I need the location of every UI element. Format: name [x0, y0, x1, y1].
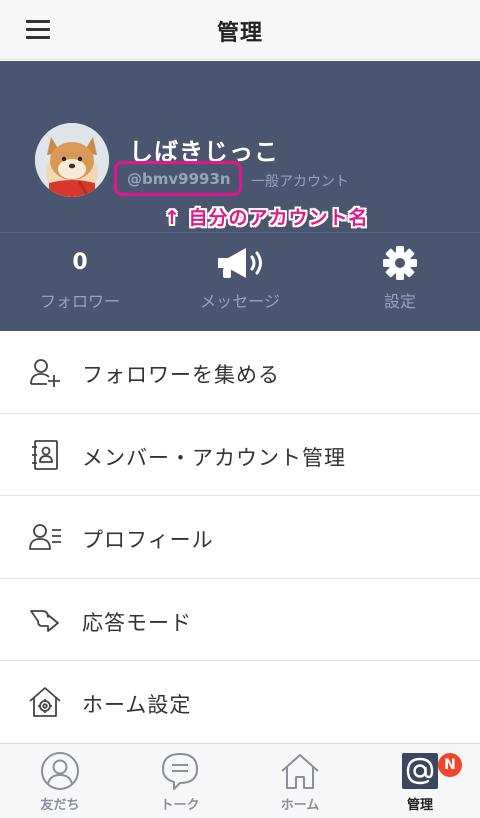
menu-list: フォロワーを集める メンバー・アカウント管理 プロフィール 応答モード ホーム設…: [0, 331, 480, 744]
menu-item-label: ホーム設定: [82, 693, 192, 717]
tab-friends[interactable]: 友だち: [0, 744, 120, 818]
menu-item-response-mode[interactable]: 応答モード: [0, 578, 480, 661]
account-type: 一般アカウント: [251, 174, 349, 190]
followers-count: 0: [72, 250, 88, 275]
at-sign-icon: [400, 751, 440, 791]
menu-item-label: 応答モード: [82, 610, 192, 635]
home-gear-icon: [28, 685, 62, 719]
profile-list-icon: [28, 520, 62, 554]
message-label: メッセージ: [200, 292, 280, 311]
tab-label: ホーム: [280, 798, 320, 813]
divider: [0, 232, 480, 233]
menu-item-profile[interactable]: プロフィール: [0, 496, 480, 579]
followers-stat[interactable]: 0 フォロワー: [0, 246, 160, 312]
menu-item-label: メンバー・アカウント管理: [82, 445, 346, 470]
app-header: 管理: [0, 0, 480, 60]
reply-arrow-icon: [28, 603, 62, 637]
profile-panel: しばきじっこ @bmv9993n 一般アカウント ↑ 自分のアカウント名 0 フ…: [0, 61, 480, 331]
tab-home[interactable]: ホーム: [240, 744, 360, 818]
tab-bar: 友だち トーク ホーム N 管理: [0, 743, 480, 818]
tab-label: 管理: [406, 798, 433, 813]
settings-button[interactable]: 設定: [320, 246, 480, 312]
tab-talk[interactable]: トーク: [120, 744, 240, 818]
followers-label: フォロワー: [39, 292, 120, 311]
menu-item-collect-followers[interactable]: フォロワーを集める: [0, 331, 480, 414]
menu-item-member-management[interactable]: メンバー・アカウント管理: [0, 413, 480, 496]
tab-label: トーク: [160, 798, 200, 813]
megaphone-icon: [160, 246, 320, 280]
page-title: 管理: [216, 21, 263, 46]
gear-icon: [320, 246, 480, 280]
avatar[interactable]: [35, 123, 109, 197]
settings-label: 設定: [383, 292, 416, 311]
menu-item-label: プロフィール: [82, 528, 214, 552]
tab-manage[interactable]: N 管理: [360, 744, 480, 818]
chat-icon: [160, 751, 200, 791]
address-book-icon: [28, 438, 62, 472]
add-user-icon: [28, 355, 62, 389]
tab-label: 友だち: [40, 798, 80, 813]
person-icon: [40, 751, 80, 791]
annotation-label: ↑ 自分のアカウント名: [164, 207, 369, 229]
account-id: @bmv9993n: [127, 170, 231, 188]
home-icon: [280, 751, 320, 791]
menu-item-label: フォロワーを集める: [82, 363, 280, 387]
message-button[interactable]: メッセージ: [160, 246, 320, 312]
notification-badge: N: [438, 753, 462, 777]
menu-item-home-settings[interactable]: ホーム設定: [0, 661, 480, 744]
